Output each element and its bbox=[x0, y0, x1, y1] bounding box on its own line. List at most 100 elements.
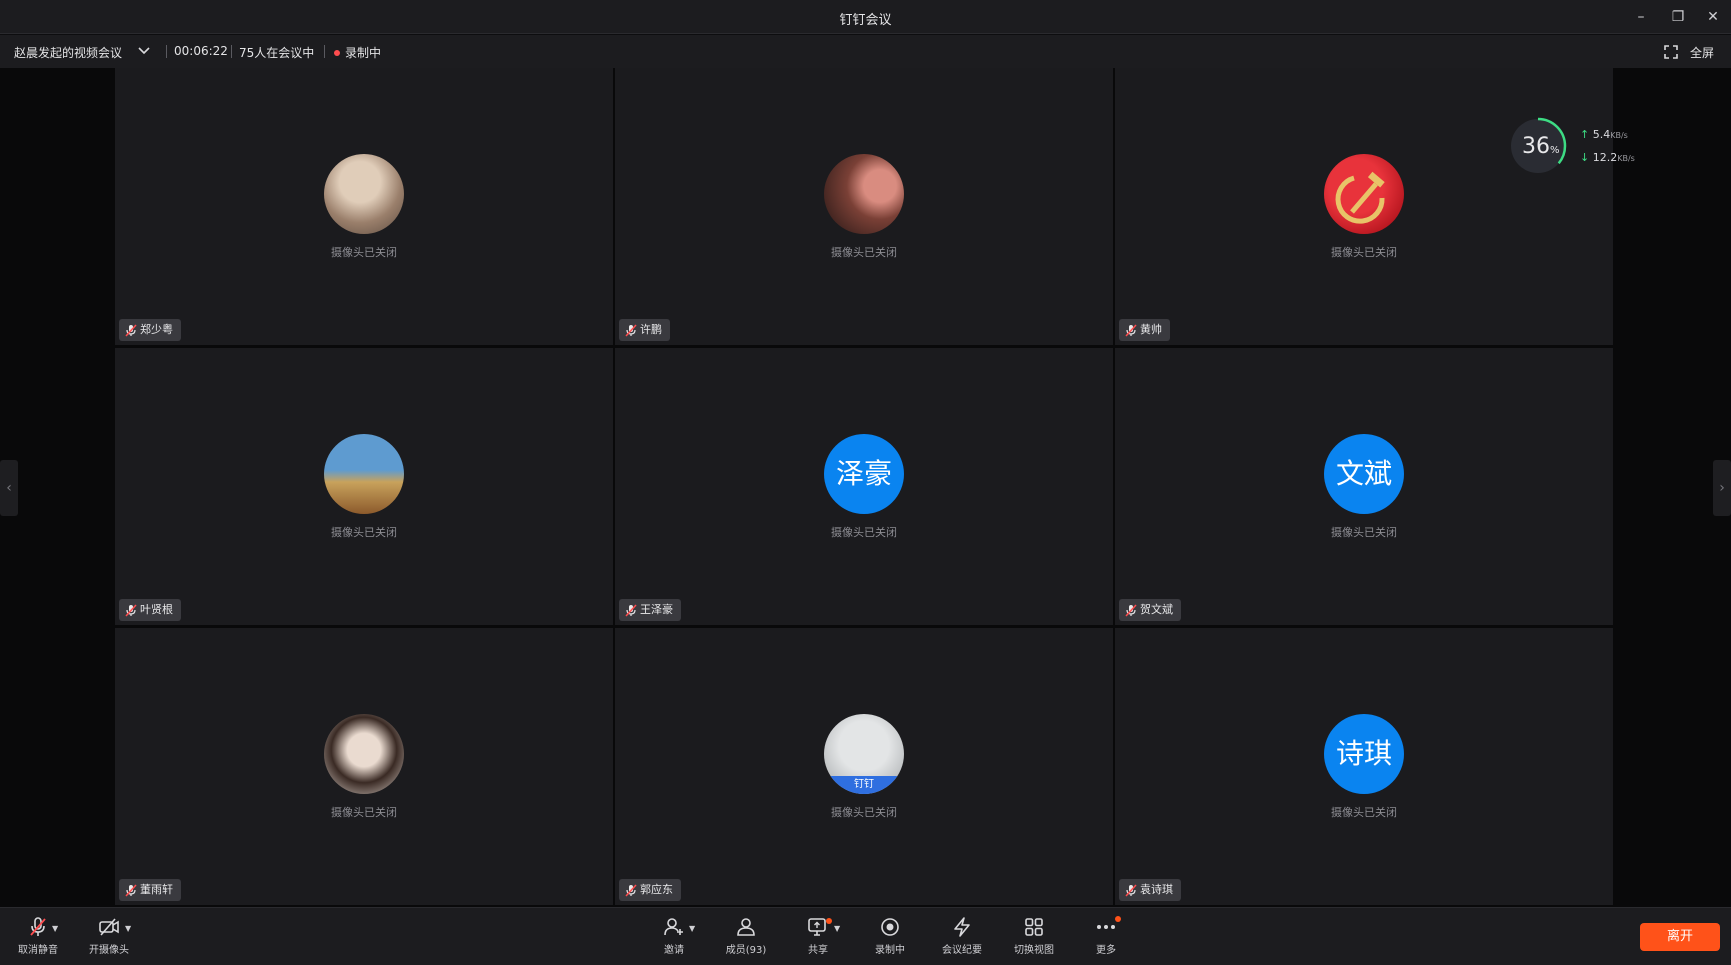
participant-tile[interactable]: 摄像头已关闭 许鹏 bbox=[615, 68, 1113, 345]
participant-name: 郑少粤 bbox=[140, 323, 173, 336]
close-button[interactable]: ✕ bbox=[1700, 7, 1726, 27]
chevron-down-icon[interactable] bbox=[138, 46, 150, 56]
participant-name-tag: 郑少粤 bbox=[119, 319, 181, 341]
mic-muted-icon bbox=[125, 323, 137, 337]
camera-off-label: 摄像头已关闭 bbox=[1331, 526, 1397, 539]
participant-tile[interactable]: 摄像头已关闭 黄帅 bbox=[1115, 68, 1613, 345]
chevron-down-icon[interactable]: ▼ bbox=[834, 924, 840, 933]
camera-off-icon bbox=[99, 918, 119, 936]
avatar bbox=[324, 434, 404, 514]
upload-rate: ↑ 5.4KB/s bbox=[1580, 128, 1628, 141]
network-status-widget[interactable]: 36% ↑ 5.4KB/s ↓ 12.2KB/s bbox=[1508, 116, 1644, 175]
more-button[interactable]: 更多 bbox=[1076, 916, 1136, 956]
download-rate: ↓ 12.2KB/s bbox=[1580, 151, 1635, 164]
invite-label: 邀请 bbox=[664, 945, 684, 956]
add-user-icon bbox=[664, 918, 683, 936]
record-icon bbox=[881, 918, 899, 936]
avatar-badge: 钉钉 bbox=[824, 776, 904, 794]
mic-muted-icon bbox=[125, 603, 137, 617]
share-button[interactable]: 共享 ▼ bbox=[788, 916, 848, 956]
participant-grid: 摄像头已关闭 郑少粤 摄像头已关闭 许鹏 摄像头已关闭 黄帅 摄像头已关闭 叶贤… bbox=[115, 68, 1635, 907]
avatar: 钉钉 bbox=[824, 714, 904, 794]
recording-label: 录制中 bbox=[345, 46, 382, 60]
notification-dot bbox=[826, 918, 832, 924]
meeting-minutes-button[interactable]: 会议纪要 bbox=[932, 916, 992, 956]
chevron-down-icon[interactable]: ▼ bbox=[125, 924, 131, 933]
participant-tile[interactable]: 钉钉 摄像头已关闭 郭应东 bbox=[615, 628, 1113, 905]
camera-off-label: 摄像头已关闭 bbox=[1331, 806, 1397, 819]
fullscreen-button[interactable]: 全屏 bbox=[1690, 44, 1714, 61]
recording-dot-icon bbox=[334, 49, 340, 56]
more-icon bbox=[1097, 925, 1115, 929]
recording-button[interactable]: 录制中 bbox=[860, 916, 920, 956]
notification-dot bbox=[1115, 916, 1121, 922]
fullscreen-icon[interactable] bbox=[1664, 45, 1678, 59]
participant-name: 王泽豪 bbox=[640, 603, 673, 616]
participant-name: 许鹏 bbox=[640, 323, 662, 336]
camera-off-label: 摄像头已关闭 bbox=[831, 806, 897, 819]
more-label: 更多 bbox=[1096, 945, 1116, 956]
participant-name-tag: 贺文斌 bbox=[1119, 599, 1181, 621]
recording-label: 录制中 bbox=[875, 945, 905, 956]
participant-name-tag: 郭应东 bbox=[619, 879, 681, 901]
divider bbox=[324, 45, 325, 58]
prev-page-button[interactable]: ‹ bbox=[0, 460, 18, 516]
participant-tile[interactable]: 泽豪 摄像头已关闭 王泽豪 bbox=[615, 348, 1113, 625]
camera-off-label: 摄像头已关闭 bbox=[831, 246, 897, 259]
participant-tile[interactable]: 摄像头已关闭 叶贤根 bbox=[115, 348, 613, 625]
participant-tile[interactable]: 文斌 摄像头已关闭 贺文斌 bbox=[1115, 348, 1613, 625]
mic-muted-icon bbox=[625, 323, 637, 337]
avatar: 文斌 bbox=[1324, 434, 1404, 514]
meeting-name[interactable]: 赵晨发起的视频会议 bbox=[14, 44, 122, 61]
mic-muted-icon bbox=[1125, 603, 1137, 617]
participant-name: 黄帅 bbox=[1140, 323, 1162, 336]
participant-tile[interactable]: 摄像头已关闭 董雨轩 bbox=[115, 628, 613, 905]
network-percent: 36% bbox=[1522, 134, 1560, 159]
camera-off-label: 摄像头已关闭 bbox=[831, 526, 897, 539]
participant-name-tag: 叶贤根 bbox=[119, 599, 181, 621]
avatar bbox=[324, 714, 404, 794]
unmute-button[interactable]: 取消静音 ▼ bbox=[8, 916, 68, 956]
participant-tile[interactable]: 诗琪 摄像头已关闭 袁诗琪 bbox=[1115, 628, 1613, 905]
participant-name-tag: 董雨轩 bbox=[119, 879, 181, 901]
participant-name-tag: 王泽豪 bbox=[619, 599, 681, 621]
minimize-button[interactable]: – bbox=[1628, 7, 1654, 27]
mic-muted-icon bbox=[30, 917, 46, 936]
switch-view-button[interactable]: 切换视图 bbox=[1004, 916, 1064, 956]
hammer-sickle-icon bbox=[1335, 171, 1385, 224]
chevron-down-icon[interactable]: ▼ bbox=[689, 924, 695, 933]
switch-view-label: 切换视图 bbox=[1014, 945, 1054, 956]
next-page-button[interactable]: › bbox=[1713, 460, 1731, 516]
participant-name: 叶贤根 bbox=[140, 603, 173, 616]
chevron-down-icon[interactable]: ▼ bbox=[52, 924, 58, 933]
minutes-icon bbox=[954, 917, 970, 937]
mic-muted-icon bbox=[625, 883, 637, 897]
grid-view-icon bbox=[1025, 918, 1043, 936]
mic-muted-icon bbox=[1125, 323, 1137, 337]
video-stage: ‹ › 摄像头已关闭 郑少粤 摄像头已关闭 许鹏 摄像头已关闭 黄帅 摄像头已关… bbox=[0, 68, 1731, 907]
participant-name: 董雨轩 bbox=[140, 883, 173, 896]
window-title: 钉钉会议 bbox=[839, 13, 892, 28]
mic-muted-icon bbox=[1125, 883, 1137, 897]
share-label: 共享 bbox=[808, 945, 828, 956]
title-bar: 钉钉会议 – ❐ ✕ bbox=[0, 0, 1731, 34]
divider bbox=[231, 45, 232, 58]
members-button[interactable]: 成员(93) bbox=[716, 916, 776, 956]
leave-button[interactable]: 离开 bbox=[1640, 923, 1720, 951]
camera-off-label: 摄像头已关闭 bbox=[331, 806, 397, 819]
meeting-info-bar: 赵晨发起的视频会议 00:06:22 75人在会议中 录制中 全屏 bbox=[0, 35, 1731, 68]
avatar bbox=[324, 154, 404, 234]
recording-status: 录制中 bbox=[334, 44, 381, 61]
maximize-button[interactable]: ❐ bbox=[1665, 7, 1691, 27]
camera-label: 开摄像头 bbox=[89, 945, 129, 956]
attendee-count: 75人在会议中 bbox=[239, 46, 315, 60]
participant-tile[interactable]: 摄像头已关闭 郑少粤 bbox=[115, 68, 613, 345]
members-label: 成员(93) bbox=[725, 945, 767, 956]
divider bbox=[166, 45, 167, 58]
participant-name: 袁诗琪 bbox=[1140, 883, 1173, 896]
camera-button[interactable]: 开摄像头 ▼ bbox=[79, 916, 139, 956]
unmute-label: 取消静音 bbox=[18, 945, 58, 956]
meeting-minutes-label: 会议纪要 bbox=[942, 945, 982, 956]
mic-muted-icon bbox=[625, 603, 637, 617]
invite-button[interactable]: 邀请 ▼ bbox=[644, 916, 704, 956]
